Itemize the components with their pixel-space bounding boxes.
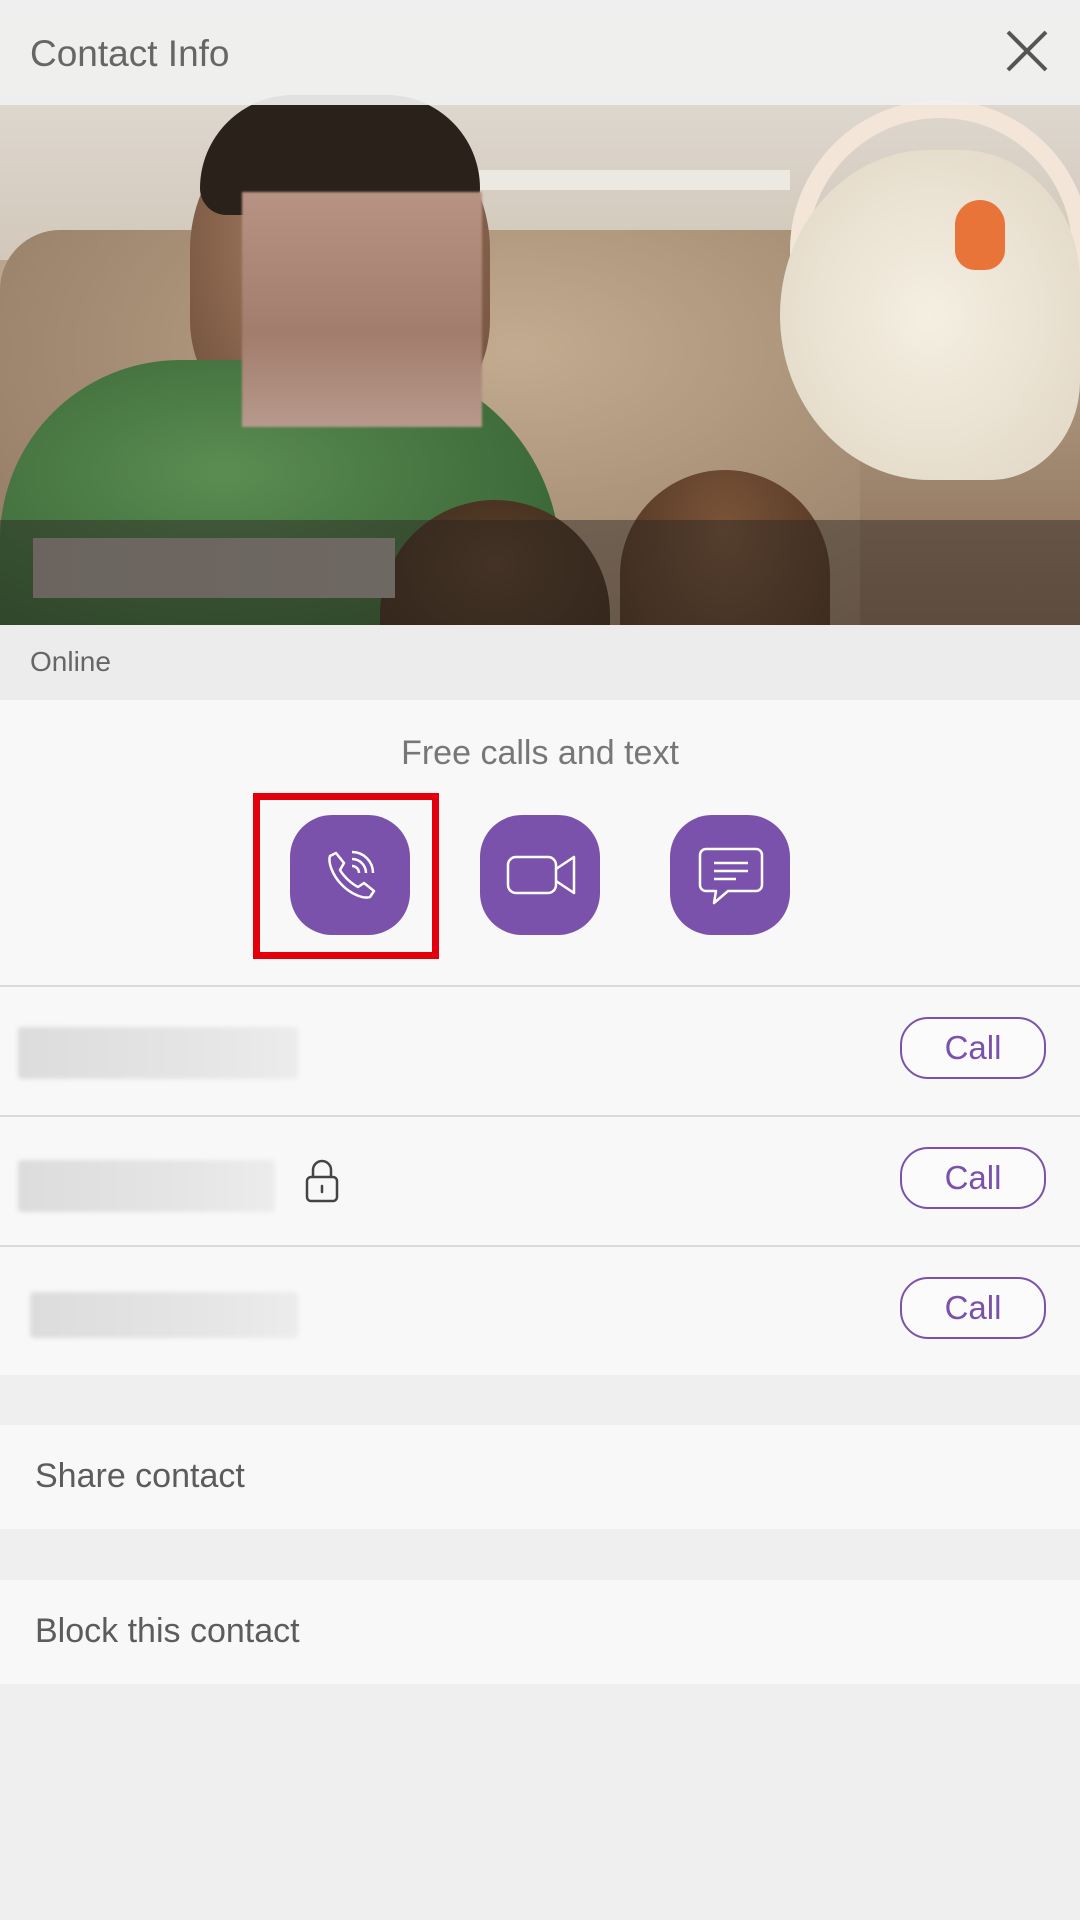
- phone-number-redacted: [30, 1292, 298, 1338]
- call-button-3[interactable]: Call: [900, 1277, 1046, 1339]
- block-contact-label: Block this contact: [35, 1612, 300, 1650]
- share-contact-item[interactable]: Share contact: [0, 1425, 1080, 1529]
- face-blur: [242, 192, 482, 427]
- page-title: Contact Info: [30, 33, 230, 74]
- phone-row-1: Call: [0, 987, 1080, 1117]
- free-actions-heading: Free calls and text: [401, 734, 679, 772]
- phone-number-redacted: [18, 1160, 275, 1212]
- call-button-1[interactable]: Call: [900, 1017, 1046, 1079]
- phone-row-2: Call: [0, 1117, 1080, 1247]
- phone-number-redacted: [18, 1027, 298, 1079]
- chat-bubble-icon: [698, 847, 764, 905]
- free-actions-panel: Free calls and text: [0, 700, 1080, 987]
- phone-row-3: Call: [0, 1247, 1080, 1375]
- call-button-2[interactable]: Call: [900, 1147, 1046, 1209]
- close-icon[interactable]: [1002, 26, 1052, 76]
- video-call-button[interactable]: [480, 815, 600, 935]
- status-text: Online: [30, 646, 111, 677]
- header-bar: Contact Info: [0, 0, 1080, 105]
- block-contact-item[interactable]: Block this contact: [0, 1580, 1080, 1684]
- video-camera-icon: [506, 855, 576, 895]
- message-button[interactable]: [670, 815, 790, 935]
- phone-icon: [328, 850, 376, 899]
- status-bar: Online: [0, 625, 1080, 700]
- share-contact-label: Share contact: [35, 1457, 245, 1495]
- contact-name-redacted: [33, 538, 395, 598]
- free-call-button[interactable]: [290, 815, 410, 935]
- lock-icon: [302, 1157, 342, 1205]
